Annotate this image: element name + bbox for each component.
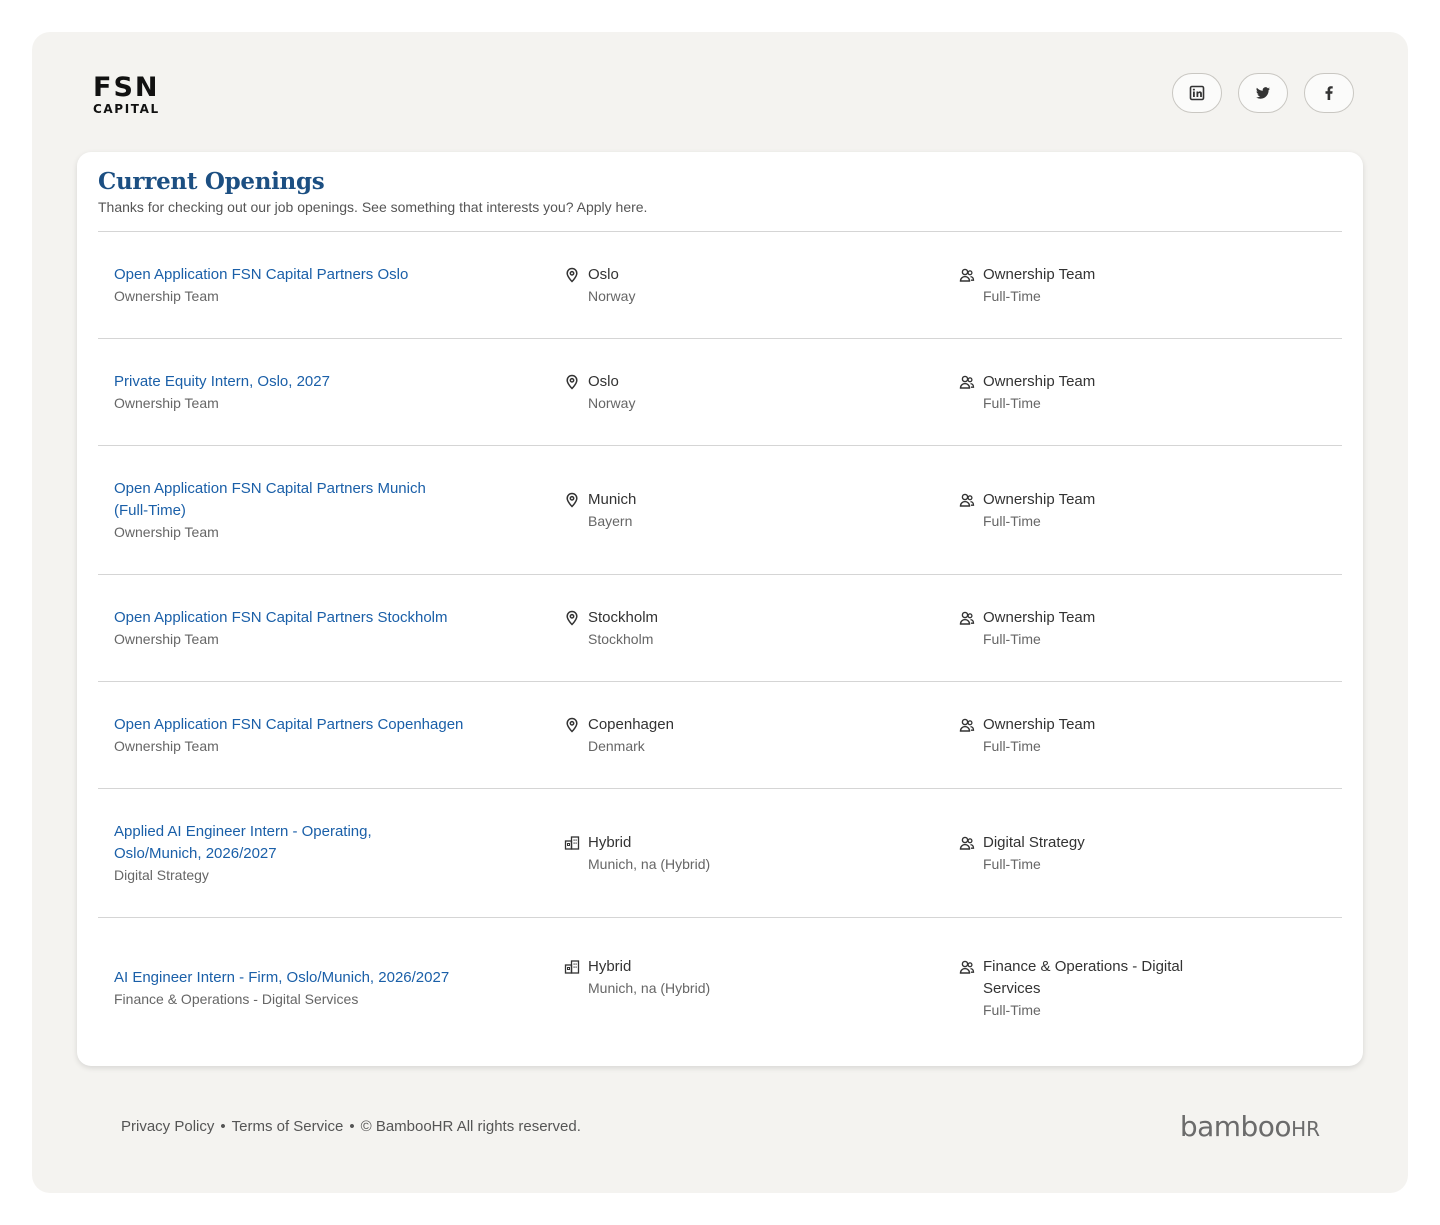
facebook-button[interactable]: [1304, 73, 1354, 113]
team-icon: [959, 960, 975, 974]
hybrid-building-icon: [564, 959, 580, 974]
location-pin-icon: [566, 610, 578, 626]
team-icon: [959, 611, 975, 625]
job-employment-type: Full-Time: [983, 394, 1041, 411]
copyright-text: © BambooHR All rights reserved.: [360, 1118, 581, 1135]
job-employment-type: Full-Time: [983, 737, 1041, 754]
job-employment-type: Full-Time: [983, 855, 1041, 872]
team-icon: [959, 836, 975, 850]
job-department: Ownership Team: [114, 523, 219, 540]
facebook-icon: [1325, 86, 1333, 100]
privacy-policy-link[interactable]: Privacy Policy: [121, 1118, 214, 1135]
job-row: AI Engineer Intern - Firm, Oslo/Munich, …: [98, 918, 1342, 1058]
job-team: Ownership Team: [983, 608, 1096, 626]
job-team: Ownership Team: [983, 265, 1096, 283]
twitter-icon: [1256, 87, 1270, 99]
hybrid-building-icon: [564, 835, 580, 850]
job-row: Open Application FSN Capital Partners St…: [98, 575, 1342, 682]
page-title: Current Openings: [98, 168, 325, 195]
job-team: Ownership Team: [983, 715, 1096, 733]
job-region: Norway: [588, 287, 636, 304]
job-row: Open Application FSN Capital Partners Os…: [98, 232, 1342, 339]
bamboohr-logo-suffix: HR: [1291, 1117, 1320, 1141]
job-row: Open Application FSN Capital Partners Mu…: [98, 446, 1342, 575]
job-location: Oslo: [588, 265, 619, 283]
job-list: Open Application FSN Capital Partners Os…: [98, 231, 1342, 1058]
twitter-button[interactable]: [1238, 73, 1288, 113]
footer-separator: •: [220, 1118, 226, 1135]
job-employment-type: Full-Time: [983, 512, 1041, 529]
job-department: Finance & Operations - Digital Services: [114, 990, 359, 1007]
bamboohr-logo-main: bamboo: [1179, 1110, 1292, 1143]
job-region: Munich, na (Hybrid): [588, 979, 711, 996]
job-department: Ownership Team: [114, 394, 219, 411]
footer-links: Privacy Policy • Terms of Service • © Bamboo…: [121, 1118, 581, 1135]
footer-separator: •: [349, 1118, 355, 1135]
job-department: Ownership Team: [114, 630, 219, 647]
job-row: Private Equity Intern, Oslo, 2027 Owners…: [98, 339, 1342, 446]
job-title-link[interactable]: Open Application FSN Capital Partners Co…: [114, 714, 564, 736]
job-title-link[interactable]: Open Application FSN Capital Partners Os…: [114, 264, 564, 286]
job-location: Stockholm: [588, 608, 659, 626]
job-region: Stockholm: [588, 630, 654, 647]
job-team: Ownership Team: [983, 372, 1096, 390]
job-team: Finance & Operations - Digital Services: [983, 957, 1184, 997]
job-location: Hybrid: [588, 957, 632, 975]
job-location: Oslo: [588, 372, 619, 390]
job-team: Ownership Team: [983, 490, 1096, 508]
team-icon: [959, 268, 975, 282]
location-pin-icon: [566, 717, 578, 733]
linkedin-button[interactable]: [1172, 73, 1222, 113]
page-frame: FSN CAPITAL Current Openings Thanks for …: [32, 32, 1408, 1193]
openings-card: Current Openings Thanks for checking out…: [77, 152, 1363, 1066]
job-employment-type: Full-Time: [983, 287, 1041, 304]
linkedin-icon: [1189, 85, 1205, 101]
job-region: Munich, na (Hybrid): [588, 855, 711, 872]
logo-subtitle: CAPITAL: [93, 102, 160, 116]
job-department: Ownership Team: [114, 287, 219, 304]
job-region: Bayern: [588, 512, 633, 529]
location-pin-icon: [566, 492, 578, 508]
social-links: [1172, 73, 1354, 113]
job-row: Applied AI Engineer Intern - Operating, …: [98, 789, 1342, 918]
company-logo[interactable]: FSN CAPITAL: [93, 74, 160, 115]
page-subtitle: Thanks for checking out our job openings…: [98, 199, 648, 215]
job-team: Digital Strategy: [983, 833, 1085, 851]
job-region: Denmark: [588, 737, 645, 754]
team-icon: [959, 718, 975, 732]
team-icon: [959, 493, 975, 507]
job-department: Ownership Team: [114, 737, 219, 754]
job-region: Norway: [588, 394, 636, 411]
job-title-link[interactable]: Private Equity Intern, Oslo, 2027: [114, 371, 564, 393]
job-title-link[interactable]: Applied AI Engineer Intern - Operating, …: [114, 821, 414, 865]
job-row: Open Application FSN Capital Partners Co…: [98, 682, 1342, 789]
bamboohr-logo[interactable]: bambooHR: [1180, 1110, 1320, 1143]
job-location: Munich: [588, 490, 637, 508]
team-icon: [959, 375, 975, 389]
logo-wordmark: FSN: [93, 72, 160, 103]
location-pin-icon: [566, 374, 578, 390]
job-employment-type: Full-Time: [983, 630, 1041, 647]
location-pin-icon: [566, 267, 578, 283]
job-department: Digital Strategy: [114, 866, 209, 883]
job-title-link[interactable]: AI Engineer Intern - Firm, Oslo/Munich, …: [114, 967, 564, 989]
job-title-link[interactable]: Open Application FSN Capital Partners St…: [114, 607, 564, 629]
job-title-link[interactable]: Open Application FSN Capital Partners Mu…: [114, 478, 464, 522]
job-location: Copenhagen: [588, 715, 674, 733]
job-location: Hybrid: [588, 833, 632, 851]
job-employment-type: Full-Time: [983, 1001, 1041, 1018]
terms-of-service-link[interactable]: Terms of Service: [232, 1118, 344, 1135]
